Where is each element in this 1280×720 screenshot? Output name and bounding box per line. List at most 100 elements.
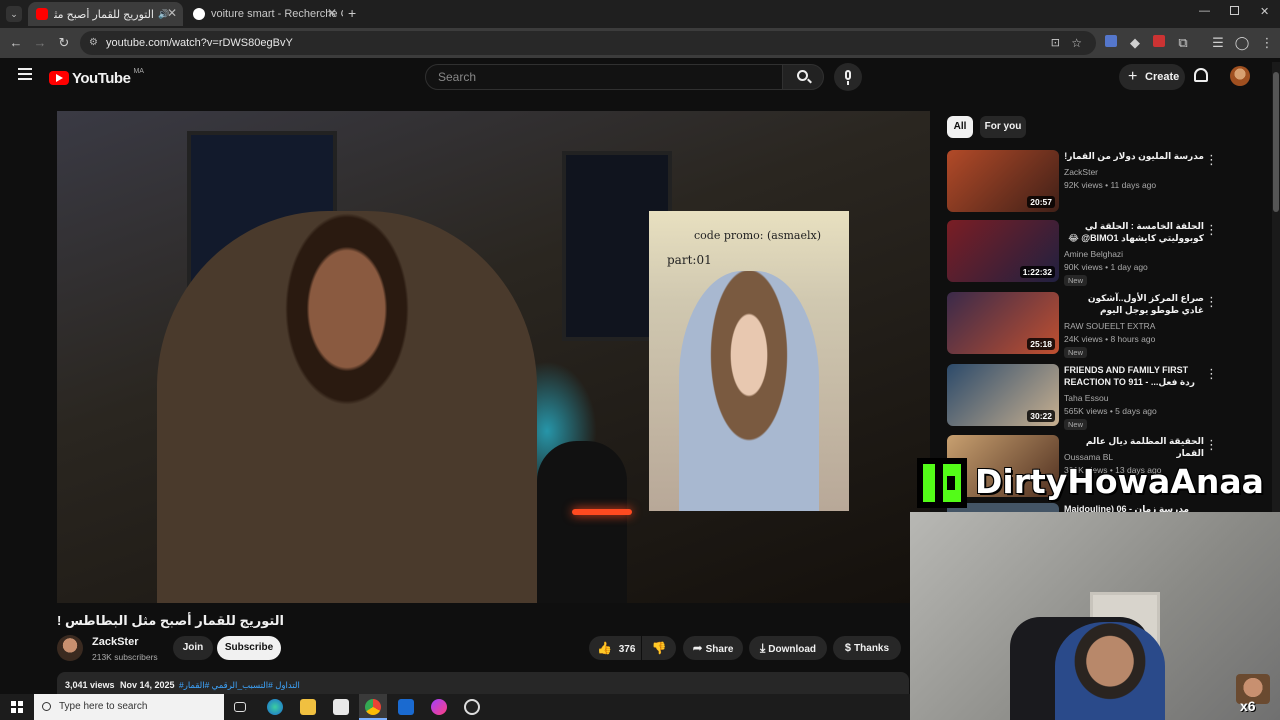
new-badge: New xyxy=(1064,275,1088,286)
rec-channel[interactable]: Amine Belghazi xyxy=(1064,249,1123,259)
promo-code-text: code promo: (asmaelx) xyxy=(694,229,822,242)
search-button[interactable] xyxy=(782,64,824,90)
like-button[interactable]: 👍 376 xyxy=(589,636,641,660)
bookmark-star-icon[interactable]: ☆ xyxy=(1071,31,1082,55)
kick-logo xyxy=(917,458,967,508)
windows-start-icon[interactable] xyxy=(11,701,23,713)
edge-icon[interactable] xyxy=(267,699,283,715)
url-text: youtube.com/watch?v=rDWS80egBvY xyxy=(106,37,293,49)
recommendation[interactable]: 25:18 صراع المركز الأول..آشكون غادي طوطو… xyxy=(947,292,1219,358)
channel-name[interactable]: ZackSter xyxy=(92,636,138,648)
recommendation[interactable]: 30:22 FRIENDS AND FAMILY FIRST REACTION … xyxy=(947,364,1219,430)
browser-toolbar: ← → ↻ ⚙ youtube.com/watch?v=rDWS80egBvY … xyxy=(0,28,1280,58)
inset-clip: code promo: (asmaelx) part:01 xyxy=(649,211,849,511)
create-label: Create xyxy=(1145,71,1180,83)
more-options-icon[interactable]: ⋮ xyxy=(1205,294,1218,310)
subscriber-count: 213K subscribers xyxy=(92,652,158,662)
hamburger-menu-icon[interactable] xyxy=(18,68,32,80)
extension-red-icon[interactable] xyxy=(1150,34,1168,52)
minimize-icon[interactable]: — xyxy=(1199,5,1210,17)
new-tab-icon[interactable]: + xyxy=(348,5,356,21)
reading-list-icon[interactable]: ☰ xyxy=(1209,34,1227,52)
rec-channel[interactable]: ZackSter xyxy=(1064,167,1098,177)
back-icon[interactable]: ← xyxy=(7,34,25,52)
hashtags[interactable]: #التداول #التسبب_الرقمي #القمار xyxy=(179,680,300,691)
new-badge: New xyxy=(1064,347,1088,358)
task-view-icon[interactable] xyxy=(234,702,246,712)
subscribe-button[interactable]: Subscribe xyxy=(217,636,281,660)
description-box[interactable]: 3,041 views Nov 14, 2025 #التداول #التسب… xyxy=(57,672,909,694)
microphone xyxy=(537,441,627,603)
join-button[interactable]: Join xyxy=(173,636,213,660)
extensions-puzzle-icon[interactable]: ⧉ xyxy=(1174,34,1192,52)
logo-text: YouTube xyxy=(72,69,131,87)
microphone-icon xyxy=(845,70,851,80)
recommendation[interactable]: Maidouline) 06 - مدرسة زمان xyxy=(947,503,1219,512)
voice-search-button[interactable] xyxy=(834,63,862,91)
more-options-icon[interactable]: ⋮ xyxy=(1205,152,1218,168)
dislike-button[interactable]: 👎 xyxy=(642,636,676,660)
tab-search-button[interactable]: ⌄ xyxy=(6,6,22,22)
recommendation[interactable]: 20:57 مدرسة المليون دولار من القمار! Zac… xyxy=(947,150,1219,214)
profile-icon[interactable]: ◯ xyxy=(1233,34,1251,52)
outlook-icon[interactable] xyxy=(398,699,414,715)
rec-channel[interactable]: RAW SOUEELT EXTRA xyxy=(1064,321,1155,331)
scrollbar-thumb[interactable] xyxy=(1273,72,1279,212)
taskbar-search-input[interactable]: Type here to search xyxy=(34,694,224,720)
chip-all[interactable]: All xyxy=(947,116,973,138)
create-button[interactable]: + Create xyxy=(1119,64,1185,90)
chip-for-you[interactable]: For you xyxy=(980,116,1026,138)
install-icon[interactable]: ⊡ xyxy=(1051,31,1060,55)
translate-extension-icon[interactable] xyxy=(1102,34,1120,52)
browser-menu-icon[interactable]: ⋮ xyxy=(1258,34,1276,52)
extension-icon[interactable]: ◆ xyxy=(1126,34,1144,52)
channel-avatar[interactable] xyxy=(57,635,83,661)
restore-icon[interactable] xyxy=(1230,6,1239,15)
more-options-icon[interactable]: ⋮ xyxy=(1205,437,1218,453)
store-icon[interactable] xyxy=(333,699,349,715)
recording-app-icon[interactable] xyxy=(464,699,480,715)
more-options-icon[interactable]: ⋮ xyxy=(1205,366,1218,382)
site-info-icon[interactable]: ⚙ xyxy=(89,31,98,55)
close-tab-icon[interactable]: ✕ xyxy=(327,6,337,20)
youtube-logo[interactable]: YouTube MA xyxy=(49,68,144,88)
webcam-overlay: x6 xyxy=(910,512,1280,720)
part-label: part:01 xyxy=(667,253,712,267)
rec-channel[interactable]: Oussama BL xyxy=(1064,452,1113,462)
tab-google[interactable]: voiture smart - Recherche Goo ✕ xyxy=(185,2,343,26)
close-window-icon[interactable]: ✕ xyxy=(1260,5,1269,18)
forward-icon[interactable]: → xyxy=(31,34,49,52)
close-tab-icon[interactable]: ✕ xyxy=(167,6,177,20)
thanks-button[interactable]: $ Thanks xyxy=(833,636,901,660)
video-title: التوريج للقمار أصبح مثل البطاطس ! xyxy=(57,613,285,628)
avatar[interactable] xyxy=(1230,66,1250,86)
tab-title: voiture smart - Recherche Goo xyxy=(211,8,343,20)
streamer-name-overlay: DirtyHowaAnaa xyxy=(975,462,1264,501)
reload-icon[interactable]: ↻ xyxy=(55,34,73,52)
thumbnail: 30:22 xyxy=(947,364,1059,426)
search-input[interactable]: Search xyxy=(425,64,783,90)
taskbar-search-text: Type here to search xyxy=(59,701,148,712)
like-count: 376 xyxy=(618,644,636,655)
share-button[interactable]: ➦ Share xyxy=(683,636,743,660)
file-explorer-icon[interactable] xyxy=(300,699,316,715)
messenger-icon[interactable] xyxy=(431,699,447,715)
download-button[interactable]: ⤓ Download xyxy=(749,636,827,660)
tab-youtube[interactable]: التوريج للقمار أصبح مثل البطاطس 🔊 ✕ xyxy=(28,2,183,26)
plus-icon: + xyxy=(1128,68,1138,85)
webcam-person xyxy=(1055,622,1165,720)
recommendation[interactable]: 1:22:32 الحلقة الخامسة : الحلقة لي كوبوو… xyxy=(947,220,1219,286)
notifications-bell-icon[interactable] xyxy=(1194,68,1208,82)
address-bar[interactable]: ⚙ youtube.com/watch?v=rDWS80egBvY ⊡ ☆ xyxy=(80,31,1096,55)
duration: 25:18 xyxy=(1027,338,1055,350)
thumbs-up-icon: 👍 xyxy=(597,641,612,655)
youtube-play-icon xyxy=(49,71,69,85)
thanks-label: Thanks xyxy=(854,643,890,654)
tab-title: التوريج للقمار أصبح مثل البطاطس xyxy=(54,8,154,21)
chrome-taskbar-item[interactable] xyxy=(359,694,387,720)
rec-channel[interactable]: Taha Essou xyxy=(1064,393,1108,403)
more-options-icon[interactable]: ⋮ xyxy=(1205,222,1218,238)
multiplier-label: x6 xyxy=(1240,698,1256,714)
thumbnail: 25:18 xyxy=(947,292,1059,354)
video-player[interactable]: code promo: (asmaelx) part:01 xyxy=(57,111,930,603)
